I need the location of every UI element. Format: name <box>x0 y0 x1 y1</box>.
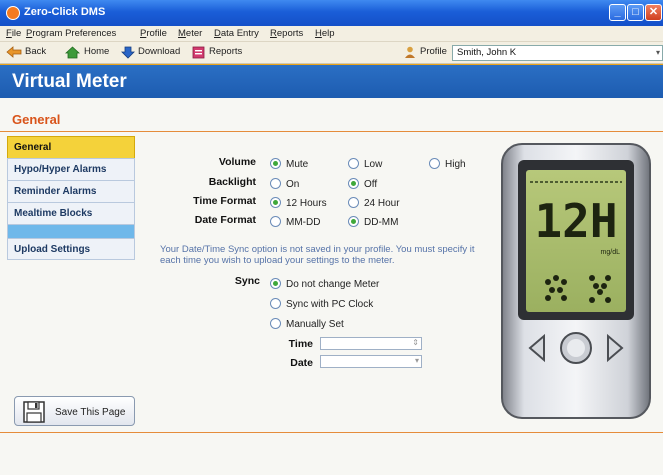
profile-value: Smith, John K <box>457 47 517 58</box>
radio-icon[interactable] <box>270 178 281 189</box>
page-title: Virtual Meter <box>12 71 127 92</box>
volume-label: Volume <box>218 156 256 168</box>
volume-high-option[interactable]: High <box>429 158 466 170</box>
minimize-button[interactable]: _ <box>609 4 626 21</box>
radio-selected-icon[interactable] <box>348 216 359 227</box>
date-format-ddmm-option[interactable]: DD-MM <box>348 216 398 228</box>
sync-pc-clock-option[interactable]: Sync with PC Clock <box>270 298 373 310</box>
radio-icon[interactable] <box>348 197 359 208</box>
download-button[interactable]: Download <box>138 46 180 57</box>
option-label: High <box>445 159 466 170</box>
option-label: Off <box>364 179 378 190</box>
time-format-label: Time Format <box>193 195 256 207</box>
menu-reports[interactable]: Reports <box>270 28 303 39</box>
menu-program-preferences[interactable]: Program Preferences <box>26 28 116 39</box>
home-button[interactable]: Home <box>84 46 109 57</box>
sidebar-item-upload-settings[interactable]: Upload Settings <box>7 238 135 260</box>
date-format-mmdd-option[interactable]: MM-DD <box>270 216 320 228</box>
profile-label: Profile <box>420 46 447 57</box>
menu-profile[interactable]: Profile <box>140 28 167 39</box>
time-format-24-option[interactable]: 24 Hour <box>348 197 400 209</box>
menu-bar: File Program Preferences Profile Meter D… <box>0 26 663 42</box>
date-input[interactable]: ▾ <box>320 355 422 368</box>
footer-divider <box>0 432 663 433</box>
home-icon[interactable] <box>65 46 80 59</box>
window-title: Zero-Click DMS <box>24 6 106 18</box>
option-label: Mute <box>286 159 309 170</box>
backlight-off-option[interactable]: Off <box>348 178 377 190</box>
reports-button[interactable]: Reports <box>209 46 242 57</box>
profile-select[interactable]: Smith, John K ▾ <box>452 45 663 61</box>
sidebar-item-general[interactable]: General <box>7 136 135 158</box>
option-label: Low <box>364 159 383 170</box>
menu-file[interactable]: File <box>6 28 21 39</box>
save-page-button[interactable]: Save This Page <box>14 396 135 426</box>
radio-icon[interactable] <box>270 298 281 309</box>
floppy-disk-icon <box>23 401 45 423</box>
download-icon[interactable] <box>121 46 135 59</box>
meter-unit-label: mg/dL <box>601 249 621 256</box>
sidebar-item-hypo-hyper-alarms[interactable]: Hypo/Hyper Alarms <box>7 158 135 180</box>
option-label: Do not change Meter <box>286 279 380 290</box>
radio-selected-icon[interactable] <box>348 178 359 189</box>
radio-icon[interactable] <box>429 158 440 169</box>
close-button[interactable]: ✕ <box>645 4 662 21</box>
volume-low-option[interactable]: Low <box>348 158 382 170</box>
radio-selected-icon[interactable] <box>270 278 281 289</box>
radio-icon[interactable] <box>270 318 281 329</box>
back-button[interactable]: Back <box>25 46 46 57</box>
option-label: MM-DD <box>286 217 321 228</box>
time-input[interactable]: ⇕ <box>320 337 422 350</box>
date-format-label: Date Format <box>194 214 256 226</box>
radio-selected-icon[interactable] <box>270 158 281 169</box>
backlight-on-option[interactable]: On <box>270 178 299 190</box>
page-header: Virtual Meter <box>0 65 663 98</box>
section-title: General <box>12 112 61 127</box>
time-format-12-option[interactable]: 12 Hours <box>270 197 327 209</box>
menu-help[interactable]: Help <box>315 28 335 39</box>
radio-icon[interactable] <box>270 216 281 227</box>
option-label: On <box>286 179 300 190</box>
menu-meter[interactable]: Meter <box>178 28 202 39</box>
back-arrow-icon[interactable] <box>6 46 22 58</box>
option-label: 24 Hour <box>364 198 400 209</box>
settings-sidenav: General Hypo/Hyper Alarms Reminder Alarm… <box>7 136 135 260</box>
time-label: Time <box>288 338 313 350</box>
meter-display-value: 12H <box>534 194 617 248</box>
volume-mute-option[interactable]: Mute <box>270 158 308 170</box>
backlight-label: Backlight <box>208 176 256 188</box>
sidebar-item-reminder-alarms[interactable]: Reminder Alarms <box>7 180 135 202</box>
option-label: 12 Hours <box>286 198 327 209</box>
virtual-meter-device: 12H mg/dL <box>501 143 651 419</box>
profile-person-icon <box>405 46 415 58</box>
menu-data-entry[interactable]: Data Entry <box>214 28 259 39</box>
option-label: Manually Set <box>286 319 344 330</box>
option-label: DD-MM <box>364 217 399 228</box>
sync-manually-set-option[interactable]: Manually Set <box>270 318 344 330</box>
chevron-down-icon[interactable]: ▾ <box>415 356 419 365</box>
title-bar: Zero-Click DMS _ □ ✕ <box>0 0 663 26</box>
sync-do-not-change-option[interactable]: Do not change Meter <box>270 278 379 290</box>
sidebar-spacer <box>7 224 135 238</box>
sync-label: Sync <box>234 275 260 287</box>
toolbar: Back Home Download Reports Profile Smith… <box>0 42 663 64</box>
section-divider <box>0 131 663 132</box>
radio-icon[interactable] <box>348 158 359 169</box>
save-button-label: Save This Page <box>55 407 126 418</box>
option-label: Sync with PC Clock <box>286 299 374 310</box>
main-content: General General Hypo/Hyper Alarms Remind… <box>0 98 663 475</box>
maximize-button[interactable]: □ <box>627 4 644 21</box>
spinner-icon[interactable]: ⇕ <box>412 338 419 347</box>
chevron-down-icon: ▾ <box>655 48 660 57</box>
app-icon <box>6 6 20 20</box>
date-label: Date <box>290 357 313 369</box>
radio-selected-icon[interactable] <box>270 197 281 208</box>
sync-note: Your Date/Time Sync option is not saved … <box>160 244 475 266</box>
reports-icon[interactable] <box>192 46 205 59</box>
sidebar-item-mealtime-blocks[interactable]: Mealtime Blocks <box>7 202 135 224</box>
